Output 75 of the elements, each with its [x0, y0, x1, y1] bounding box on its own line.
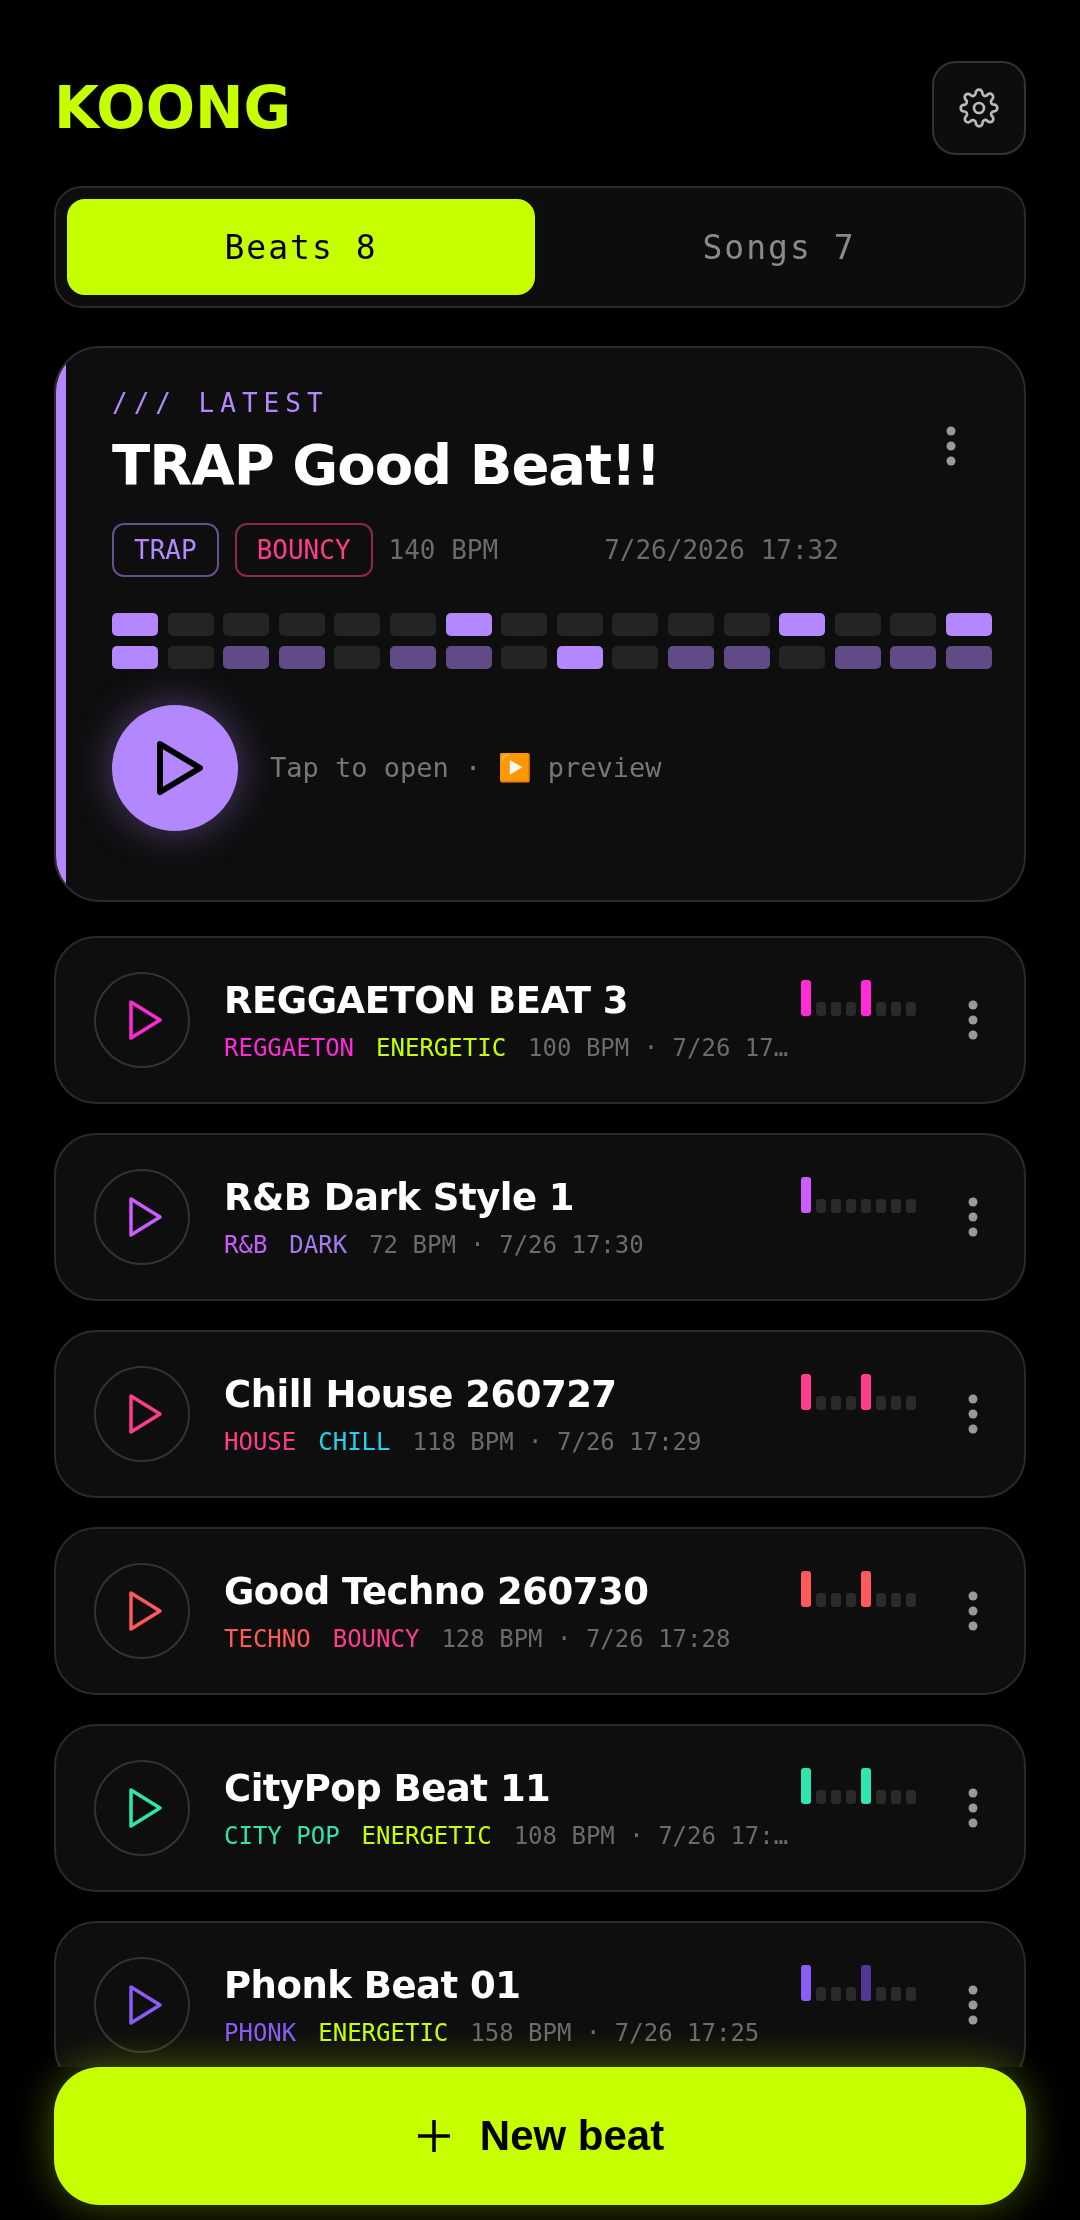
genre-tag: BOUNCY	[332, 1624, 420, 1653]
play-button[interactable]	[94, 1563, 190, 1659]
more-icon[interactable]	[968, 1985, 978, 2025]
beat-meta: 158 BPM · 7/26 17:25	[470, 2018, 760, 2047]
beat-title: Good Techno 260730	[224, 1569, 649, 1613]
tab[interactable]: Songs 7	[545, 199, 1013, 295]
step-cell[interactable]	[278, 646, 325, 669]
step-cell[interactable]	[834, 646, 881, 669]
genre-tag: CITY POP	[224, 1821, 340, 1850]
genre-tag: REGGAETON	[224, 1033, 355, 1062]
more-icon[interactable]	[968, 1394, 978, 1434]
latest-card[interactable]: /// LATEST TRAP Good Beat!! TRAP BOUNCY 140 BPM 7/26/2026 17:32 Tap to open · ▶ preview	[54, 346, 1026, 902]
hint-text: Tap to open · ▶ preview	[270, 752, 662, 784]
play-icon	[155, 740, 205, 796]
step-cell[interactable]	[223, 646, 270, 669]
beat-meta: 100 BPM · 7/26 17…	[528, 1033, 789, 1062]
step-cell[interactable]	[445, 646, 492, 669]
step-cell[interactable]	[945, 646, 992, 669]
beat-row[interactable]: REGGAETON BEAT 3 REGGAETON ENERGETIC 100 BPM · 7/26 17…	[54, 936, 1026, 1104]
more-icon[interactable]	[946, 426, 956, 466]
genre-tag: R&B	[224, 1230, 268, 1259]
beat-row[interactable]: Chill House 260727 HOUSE CHILL 118 BPM · 7/26 17:29	[54, 1330, 1026, 1498]
play-button[interactable]	[112, 705, 238, 831]
genre-tag: TRAP	[112, 523, 219, 577]
app-logo: KOONG	[54, 74, 292, 142]
genre-tag: CHILL	[318, 1427, 391, 1456]
step-cell[interactable]	[945, 613, 992, 636]
beat-meta: 108 BPM · 7/26 17:…	[513, 1821, 789, 1850]
beat-title: R&B Dark Style 1	[224, 1175, 575, 1219]
beat-title: TRAP Good Beat!!	[112, 432, 660, 497]
genre-tag: BOUNCY	[234, 523, 373, 577]
beat-row[interactable]: CityPop Beat 11 CITY POP ENERGETIC 108 BPM · 7/26 17:…	[54, 1724, 1026, 1892]
more-icon[interactable]	[968, 1788, 978, 1828]
genre-tag: TECHNO	[224, 1624, 311, 1653]
step-cell[interactable]	[667, 646, 714, 669]
more-icon[interactable]	[968, 1591, 978, 1631]
step-cell[interactable]	[723, 646, 770, 669]
play-button[interactable]	[94, 1366, 190, 1462]
section-label: /// LATEST	[112, 388, 330, 418]
step-cell[interactable]	[556, 646, 603, 669]
step-cell[interactable]	[389, 646, 436, 669]
beat-row[interactable]: Phonk Beat 01 PHONK ENERGETIC 158 BPM · 7/26 17:25	[54, 1921, 1026, 2067]
beat-meta: 72 BPM · 7/26 17:30	[369, 1230, 644, 1259]
step-cell[interactable]	[112, 646, 158, 669]
settings-icon	[959, 88, 999, 128]
genre-tag: ENERGETIC	[361, 1821, 492, 1850]
step-cell[interactable]	[890, 646, 937, 669]
play-button[interactable]	[94, 1169, 190, 1265]
beat-row[interactable]: R&B Dark Style 1 R&B DARK 72 BPM · 7/26 17:30	[54, 1133, 1026, 1301]
more-icon[interactable]	[968, 1000, 978, 1040]
step-cell[interactable]	[112, 613, 158, 636]
genre-tag: HOUSE	[224, 1427, 297, 1456]
beat-meta: 128 BPM · 7/26 17:28	[441, 1624, 731, 1653]
plus-icon	[415, 2118, 452, 2154]
tab[interactable]: Beats 8	[67, 199, 535, 295]
genre-tag: ENERGETIC	[376, 1033, 507, 1062]
play-button[interactable]	[94, 1760, 190, 1856]
step-cell[interactable]	[779, 613, 826, 636]
new-beat-button[interactable]: New beat	[54, 2067, 1026, 2205]
genre-tag: DARK	[289, 1230, 348, 1259]
settings-button[interactable]	[932, 61, 1026, 155]
more-icon[interactable]	[968, 1197, 978, 1237]
step-cell[interactable]	[445, 613, 492, 636]
step-cell[interactable]	[167, 646, 214, 669]
beat-meta: 118 BPM · 7/26 17:29	[412, 1427, 702, 1456]
beat-title: Chill House 260727	[224, 1372, 617, 1416]
beat-title: REGGAETON BEAT 3	[224, 978, 629, 1022]
beat-row[interactable]: Good Techno 260730 TECHNO BOUNCY 128 BPM · 7/26 17:28	[54, 1527, 1026, 1695]
beat-title: Phonk Beat 01	[224, 1963, 521, 2007]
genre-tag: PHONK	[224, 2018, 297, 2047]
beat-title: CityPop Beat 11	[224, 1766, 551, 1810]
genre-tag: ENERGETIC	[318, 2018, 449, 2047]
tempo-label: 140 BPM	[388, 535, 499, 565]
date-label: 7/26/2026 17:32	[604, 535, 839, 565]
play-button[interactable]	[94, 972, 190, 1068]
